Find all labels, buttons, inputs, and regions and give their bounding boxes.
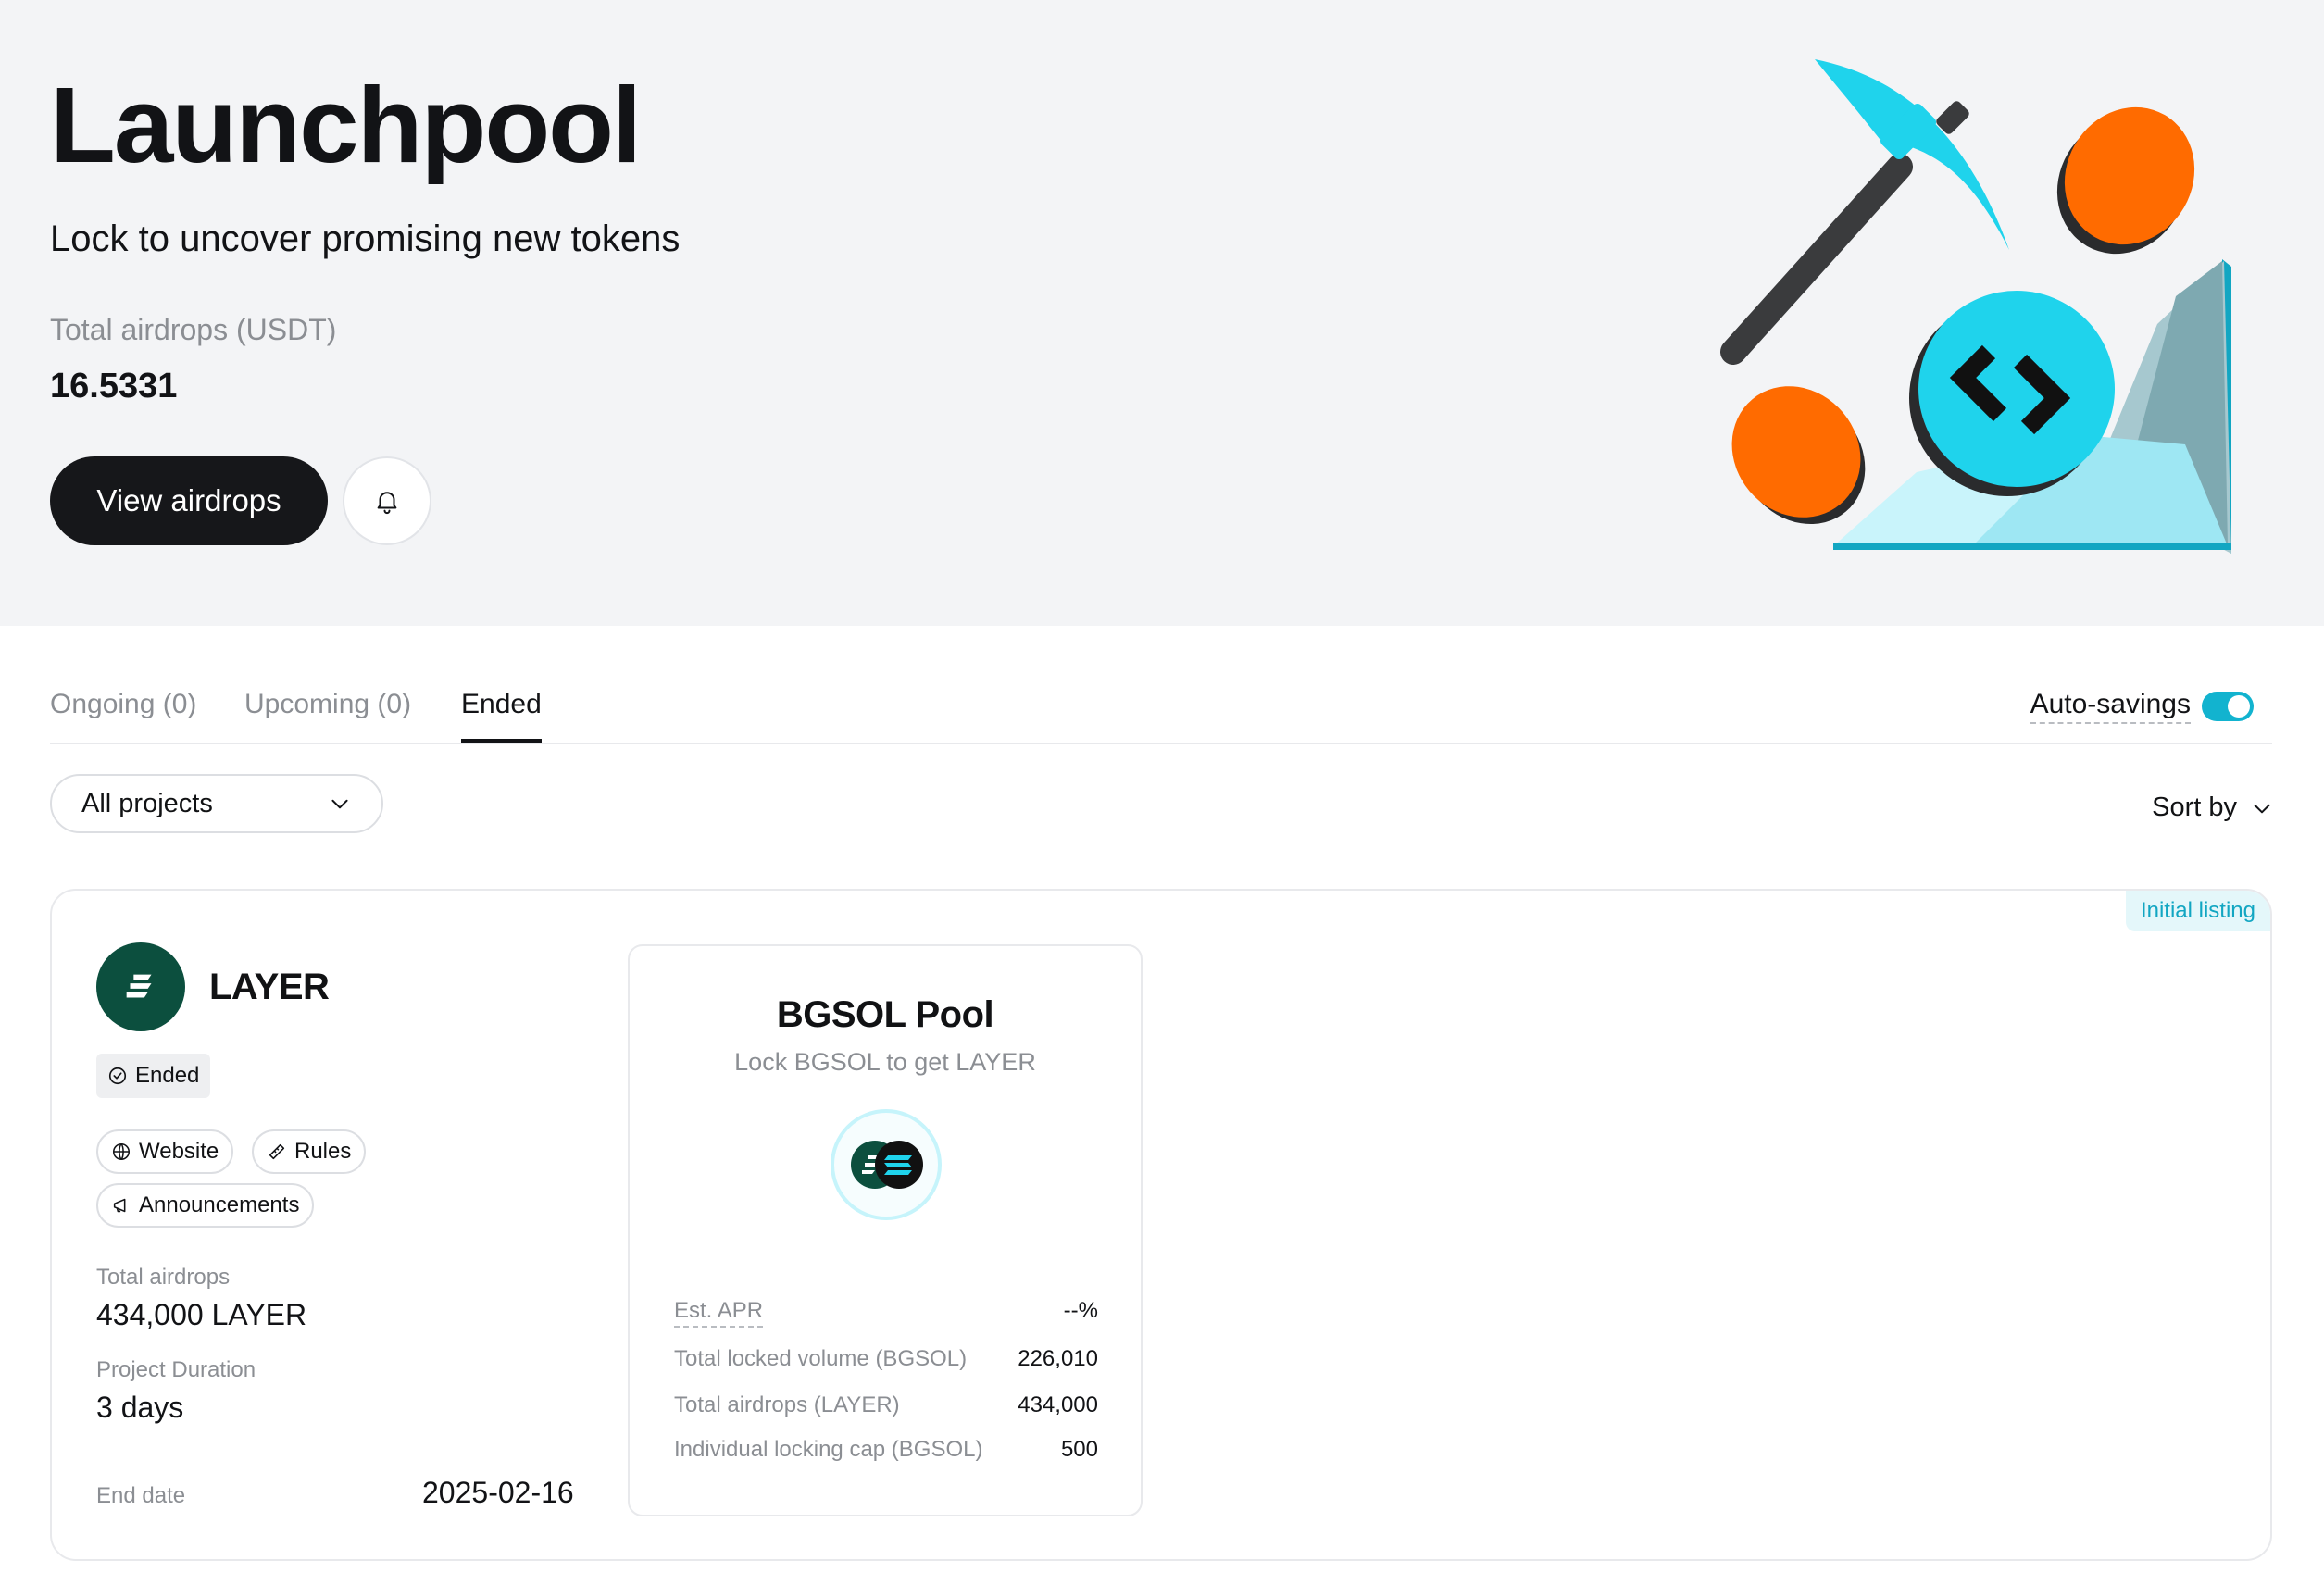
stat-value: 434,000 (1018, 1392, 1098, 1417)
stat-label: Total locked volume (BGSOL) (674, 1346, 968, 1371)
globe-icon (112, 1142, 131, 1161)
chevron-down-icon (331, 799, 348, 809)
pool-card[interactable]: BGSOL Pool Lock BGSOL to get LAYER Est. … (628, 944, 1143, 1516)
hero-banner: Launchpool Lock to uncover promising new… (0, 0, 2324, 626)
chevron-down-icon (2254, 804, 2270, 813)
launchpool-tabs: Ongoing (0) Upcoming (0) Ended Auto-savi… (50, 676, 2272, 744)
total-airdrops-value: 16.5331 (50, 367, 178, 406)
stat-row-locked-volume: Total locked volume (BGSOL) 226,010 (674, 1346, 1098, 1372)
stat-row-total-airdrops: Total airdrops (LAYER) 434,000 (674, 1392, 1098, 1418)
auto-savings-label[interactable]: Auto-savings (2030, 689, 2191, 724)
token-pair-icon (851, 1141, 923, 1189)
status-badge: Ended (96, 1054, 211, 1098)
project-duration-value: 3 days (96, 1391, 184, 1424)
launchpool-illustration (1720, 59, 2231, 554)
stat-value: 226,010 (1018, 1346, 1098, 1371)
announcements-label: Announcements (139, 1192, 300, 1217)
announcements-link[interactable]: Announcements (96, 1183, 315, 1228)
pool-subtitle: Lock BGSOL to get LAYER (734, 1048, 1036, 1076)
pool-token-icon (831, 1109, 942, 1220)
stat-label: Total airdrops (LAYER) (674, 1392, 900, 1417)
website-label: Website (139, 1139, 219, 1164)
projects-filter-value: All projects (81, 788, 213, 818)
sort-by-label: Sort by (2152, 792, 2237, 822)
end-date-label: End date (96, 1483, 186, 1508)
view-airdrops-button[interactable]: View airdrops (50, 456, 328, 545)
total-airdrops-label: Total airdrops (USDT) (50, 313, 337, 346)
stat-value: 500 (1060, 1437, 1098, 1462)
layer-icon (126, 974, 152, 998)
page-title: Launchpool (50, 65, 642, 185)
auto-savings-toggle[interactable] (2202, 692, 2254, 721)
total-airdrops-value: 434,000 LAYER (96, 1298, 307, 1331)
website-link[interactable]: Website (96, 1129, 234, 1174)
projects-filter-select[interactable]: All projects (50, 774, 383, 833)
rules-label: Rules (294, 1139, 352, 1164)
page-subtitle: Lock to uncover promising new tokens (50, 218, 681, 259)
status-text: Ended (135, 1063, 200, 1088)
stat-value: --% (1063, 1298, 1098, 1323)
notification-button[interactable] (343, 456, 431, 545)
tab-ongoing[interactable]: Ongoing (0) (50, 689, 196, 739)
layer-logo (96, 942, 185, 1031)
stat-row-apr: Est. APR --% (674, 1298, 1098, 1328)
tab-ended[interactable]: Ended (461, 689, 542, 743)
stat-label[interactable]: Est. APR (674, 1298, 764, 1328)
tab-upcoming[interactable]: Upcoming (0) (244, 689, 411, 739)
project-name: LAYER (209, 967, 330, 1007)
end-date-value: 2025-02-16 (422, 1476, 574, 1509)
megaphone-icon (113, 1198, 126, 1213)
sort-by-dropdown[interactable]: Sort by (2152, 792, 2274, 823)
initial-listing-badge: Initial listing (2125, 891, 2270, 931)
pool-title: BGSOL Pool (776, 994, 994, 1035)
auto-savings-control: Auto-savings (2030, 689, 2254, 724)
rules-link[interactable]: Rules (252, 1129, 367, 1174)
total-airdrops-label: Total airdrops (96, 1265, 231, 1290)
project-card: Initial listing LAYER Ended Website Rule… (50, 889, 2272, 1561)
stat-label: Individual locking cap (BGSOL) (674, 1437, 983, 1462)
bell-icon (377, 492, 397, 515)
project-duration-label: Project Duration (96, 1357, 256, 1382)
stat-row-locking-cap: Individual locking cap (BGSOL) 500 (674, 1437, 1098, 1463)
check-circle-icon (108, 1067, 127, 1085)
ruler-icon (269, 1143, 285, 1160)
